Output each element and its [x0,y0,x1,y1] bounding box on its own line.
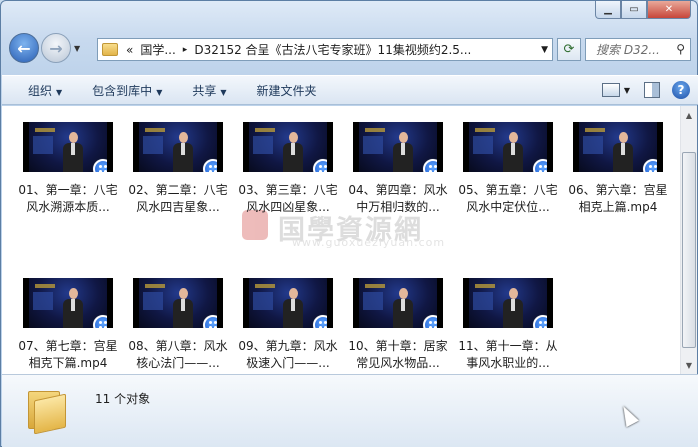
view-controls: ▼ ? [601,81,690,99]
explorer-window: ▁ ▭ ✕ ← → ▼ « 国学... ▸ D32152 合呈《古法八宅专家班》… [0,0,698,447]
video-thumbnail [23,122,113,172]
video-thumbnail [463,278,553,328]
breadcrumb-item[interactable]: 国学... [140,41,175,58]
file-item[interactable]: 02、第二章：八宅风水四吉星象... [125,122,231,216]
file-item[interactable]: 01、第一章：八宅风水溯源本质... [15,122,121,216]
change-view-icon[interactable] [601,83,620,97]
media-player-icon [93,159,107,172]
media-player-icon [313,159,327,172]
refresh-button[interactable]: ⟳ [557,38,581,61]
address-bar[interactable]: « 国学... ▸ D32152 合呈《古法八宅专家班》11集视频约2.5...… [97,38,553,61]
details-pane: 11 个对象 [2,374,698,447]
organize-menu[interactable]: 组织 ▼ [28,82,62,99]
caption-buttons: ▁ ▭ ✕ [595,1,691,19]
file-item[interactable]: 10、第十章：居家常见风水物品... [345,278,451,372]
media-player-icon [423,315,437,328]
view-dropdown-icon[interactable]: ▼ [624,86,630,95]
recent-pages-dropdown-icon[interactable]: ▼ [74,44,80,53]
file-item[interactable]: 06、第六章：宫星相克上篇.mp4 [565,122,671,216]
file-item[interactable]: 08、第八章：风水核心法门——... [125,278,231,372]
file-name: 03、第三章：八宅风水四凶星象... [238,183,338,214]
file-name: 01、第一章：八宅风水溯源本质... [18,183,118,214]
breadcrumb-item[interactable]: D32152 合呈《古法八宅专家班》11集视频约2.5... [194,41,471,58]
file-item[interactable]: 03、第三章：八宅风水四凶星象... [235,122,341,216]
file-name: 05、第五章：八宅风水中定伏位... [458,183,558,214]
media-player-icon [203,315,217,328]
search-icon[interactable]: ⚲ [676,42,685,56]
media-player-icon [203,159,217,172]
file-item[interactable]: 05、第五章：八宅风水中定伏位... [455,122,561,216]
media-player-icon [533,159,547,172]
scroll-down-icon[interactable]: ▼ [681,357,697,373]
video-thumbnail [133,122,223,172]
folder-large-icon [26,389,70,435]
close-button[interactable]: ✕ [647,1,691,19]
minimize-button[interactable]: ▁ [595,1,621,19]
file-name: 06、第六章：宫星相克上篇.mp4 [568,183,668,214]
video-thumbnail [573,122,663,172]
breadcrumb-overflow[interactable]: « [126,43,133,57]
folder-icon [102,43,118,56]
preview-pane-icon[interactable] [644,82,660,98]
media-player-icon [313,315,327,328]
video-thumbnail [23,278,113,328]
file-item[interactable]: 07、第七章：宫星相克下篇.mp4 [15,278,121,372]
file-name: 07、第七章：宫星相克下篇.mp4 [18,339,118,370]
file-name: 04、第四章：风水中万相归数的... [348,183,448,214]
command-bar: 组织 ▼ 包含到库中 ▼ 共享 ▼ 新建文件夹 ▼ ? [2,75,698,105]
search-placeholder: 搜索 D32... [596,43,660,57]
video-thumbnail [243,122,333,172]
video-thumbnail [463,122,553,172]
back-button[interactable]: ← [9,33,39,63]
media-player-icon [533,315,547,328]
media-player-icon [423,159,437,172]
video-thumbnail [353,122,443,172]
video-thumbnail [243,278,333,328]
file-list[interactable]: 国學資源網 www.guoxueziyuan.com 01、第一章：八宅风水溯源… [2,106,680,374]
scroll-up-icon[interactable]: ▲ [681,107,697,123]
watermark-url: www.guoxueziyuan.com [292,236,446,249]
vertical-scrollbar[interactable]: ▲ ▼ [680,106,697,374]
scroll-thumb[interactable] [682,152,696,348]
new-folder-button[interactable]: 新建文件夹 [257,82,317,99]
share-menu[interactable]: 共享 ▼ [192,82,226,99]
file-name: 08、第八章：风水核心法门——... [128,339,228,370]
media-player-icon [93,315,107,328]
maximize-button[interactable]: ▭ [621,1,647,19]
file-item[interactable]: 11、第十一章：从事风水职业的... [455,278,561,372]
item-count: 11 个对象 [95,392,151,406]
video-thumbnail [353,278,443,328]
file-name: 02、第二章：八宅风水四吉星象... [128,183,228,214]
include-in-library-menu[interactable]: 包含到库中 ▼ [92,82,162,99]
forward-button[interactable]: → [41,33,71,63]
file-name: 10、第十章：居家常见风水物品... [348,339,448,370]
search-input[interactable]: 搜索 D32... ⚲ [585,38,691,61]
help-icon[interactable]: ? [672,81,690,99]
breadcrumb-separator-icon[interactable]: ▸ [183,45,188,55]
file-name: 11、第十一章：从事风水职业的... [458,339,558,370]
file-item[interactable]: 04、第四章：风水中万相归数的... [345,122,451,216]
address-dropdown-icon[interactable]: ▼ [541,45,548,55]
file-name: 09、第九章：风水极速入门——... [238,339,338,370]
media-player-icon [643,159,657,172]
navigation-buttons: ← → ▼ [9,33,80,63]
video-thumbnail [133,278,223,328]
file-item[interactable]: 09、第九章：风水极速入门——... [235,278,341,372]
